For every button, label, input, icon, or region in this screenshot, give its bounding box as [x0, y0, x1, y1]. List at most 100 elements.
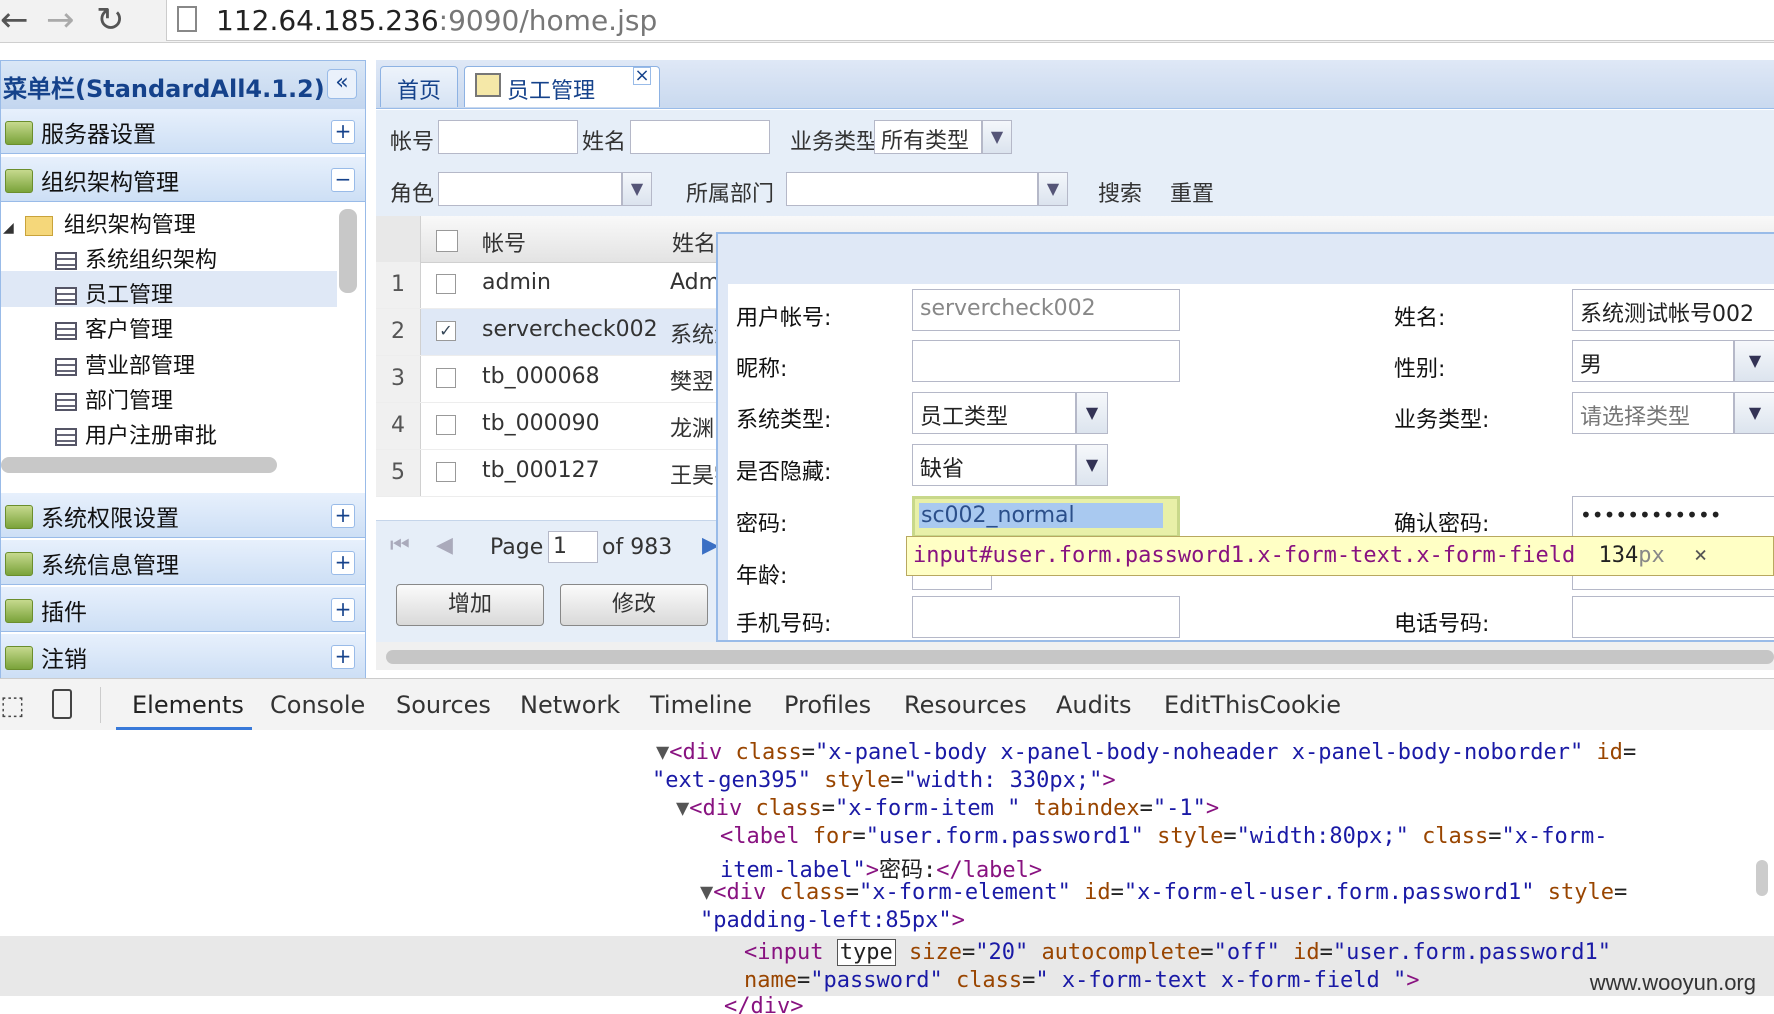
tree-item-employees[interactable]: 员工管理: [55, 277, 173, 309]
reset-button[interactable]: 重置: [1170, 176, 1214, 208]
chevron-down-icon[interactable]: ▼: [1038, 172, 1068, 206]
table-row[interactable]: 4 tb_000090 龙渊: [376, 403, 736, 450]
tree-item-label: 用户注册审批: [85, 424, 218, 449]
forward-arrow-icon[interactable]: →: [46, 2, 75, 38]
mobile-field[interactable]: [912, 596, 1180, 638]
name-field[interactable]: 系统测试帐号002: [1572, 289, 1774, 331]
dom-node-div-close[interactable]: </div>: [724, 994, 803, 1014]
add-button[interactable]: 增加: [396, 584, 544, 626]
select-all-checkbox[interactable]: [436, 230, 458, 252]
elements-vertical-scrollbar[interactable]: [1756, 860, 1768, 896]
tree-node-org-root[interactable]: ◢ 组织架构管理: [3, 207, 196, 239]
expand-plus-icon[interactable]: +: [331, 598, 355, 622]
account-filter-input[interactable]: [438, 120, 578, 154]
tooltip-close-icon[interactable]: ×: [1694, 543, 1707, 568]
dom-node-input[interactable]: <input type size="20" autocomplete="off"…: [744, 939, 1611, 966]
search-button[interactable]: 搜索: [1098, 176, 1142, 208]
account-field[interactable]: servercheck002: [912, 289, 1180, 331]
tree-item-customers[interactable]: 客户管理: [55, 312, 173, 344]
row-checkbox[interactable]: [436, 462, 456, 482]
tree-item-registration[interactable]: 用户注册审批: [55, 418, 217, 450]
chevron-down-icon[interactable]: ▼: [1076, 392, 1108, 434]
devtools-tab-editthiscookie[interactable]: EditThisCookie: [1164, 691, 1341, 719]
biz-type-filter-select[interactable]: 所有类型: [874, 120, 982, 154]
confirm-password-field[interactable]: ••••••••••••: [1572, 496, 1774, 538]
main-horizontal-scrollbar[interactable]: [376, 642, 1774, 670]
tree-item-departments[interactable]: 部门管理: [55, 383, 173, 415]
menu-section-sysinfo[interactable]: 系统信息管理 +: [1, 540, 365, 585]
dom-node-form-item[interactable]: ▼<div class="x-form-item " tabindex="-1"…: [676, 796, 1219, 821]
menu-section-permissions[interactable]: 系统权限设置 +: [1, 493, 365, 538]
row-checkbox[interactable]: [436, 274, 456, 294]
tree-vertical-scrollbar[interactable]: [339, 209, 357, 293]
expand-plus-icon[interactable]: +: [331, 504, 355, 528]
biz-type-select[interactable]: 请选择类型: [1572, 392, 1734, 434]
table-row[interactable]: 1 admin Administrator: [376, 262, 736, 309]
name-filter-input[interactable]: [630, 120, 770, 154]
close-tab-icon[interactable]: ×: [633, 67, 651, 85]
table-row[interactable]: 2 ✓ servercheck002 系统测试帐号002: [376, 309, 736, 356]
device-mode-icon[interactable]: [52, 689, 72, 719]
tree-item-branches[interactable]: 营业部管理: [55, 348, 195, 380]
phone-field[interactable]: [1572, 596, 1774, 638]
tab-home[interactable]: 首页: [380, 66, 458, 107]
devtools-tab-network[interactable]: Network: [520, 691, 620, 719]
devtools-tab-sources[interactable]: Sources: [396, 691, 491, 719]
chevron-down-icon[interactable]: ▼: [1734, 392, 1774, 434]
inspect-element-icon[interactable]: ⬚: [0, 691, 25, 721]
dom-node-input-cont[interactable]: name="password" class=" x-form-text x-fo…: [744, 968, 1420, 993]
tab-employee-management[interactable]: 员工管理 ×: [464, 66, 660, 107]
devtools-tab-resources[interactable]: Resources: [904, 691, 1027, 719]
scrollbar-thumb[interactable]: [386, 650, 1774, 664]
back-arrow-icon[interactable]: ←: [0, 2, 29, 38]
row-checkbox[interactable]: [436, 368, 456, 388]
dom-node-form-element-cont[interactable]: "padding-left:85px">: [700, 908, 965, 933]
expand-plus-icon[interactable]: +: [331, 645, 355, 669]
grid-header-name[interactable]: 姓名: [672, 226, 716, 258]
dept-filter-select[interactable]: [786, 172, 1038, 206]
page-number-input[interactable]: 1: [548, 531, 598, 563]
dom-node-label[interactable]: <label for="user.form.password1" style="…: [720, 824, 1608, 849]
devtools-tab-profiles[interactable]: Profiles: [784, 691, 871, 719]
prev-page-icon[interactable]: ◀: [436, 533, 453, 558]
menu-section-logout[interactable]: 注销 +: [1, 634, 365, 679]
attribute-edit-box[interactable]: type: [836, 939, 896, 966]
menu-section-server[interactable]: 服务器设置 +: [1, 109, 365, 154]
password-field[interactable]: sc002_normal: [912, 496, 1180, 538]
dom-node-panel-body[interactable]: ▼<div class="x-panel-body x-panel-body-n…: [656, 740, 1636, 765]
grid-header-account[interactable]: 帐号: [482, 226, 526, 258]
table-row[interactable]: 3 tb_000068 樊翌: [376, 356, 736, 403]
cell-account: tb_000068: [482, 364, 600, 389]
row-checkbox[interactable]: [436, 415, 456, 435]
role-filter-select[interactable]: [438, 172, 622, 206]
gender-select[interactable]: 男: [1572, 340, 1734, 382]
reload-icon[interactable]: ↻: [96, 2, 125, 38]
table-row[interactable]: 5 tb_000127 王昊宇: [376, 450, 736, 497]
menu-section-org[interactable]: 组织架构管理 −: [1, 157, 365, 202]
tree-expand-triangle-icon[interactable]: ◢: [3, 220, 14, 236]
collapse-double-chevron-icon[interactable]: «: [327, 69, 357, 99]
menu-section-plugins[interactable]: 插件 +: [1, 587, 365, 632]
dom-node-panel-body-cont[interactable]: "ext-gen395" style="width: 330px;">: [652, 768, 1116, 793]
devtools-tab-elements[interactable]: Elements: [132, 691, 244, 719]
tree-item-org-structure[interactable]: 系统组织架构: [55, 242, 217, 274]
tree-horizontal-scrollbar[interactable]: [1, 457, 277, 473]
sys-type-select[interactable]: 员工类型: [912, 392, 1076, 434]
chevron-down-icon[interactable]: ▼: [1734, 340, 1774, 382]
row-checkbox-checked[interactable]: ✓: [436, 321, 456, 341]
devtools-tab-console[interactable]: Console: [270, 691, 365, 719]
devtools-tab-audits[interactable]: Audits: [1056, 691, 1131, 719]
devtools-tab-timeline[interactable]: Timeline: [650, 691, 752, 719]
expand-plus-icon[interactable]: +: [331, 120, 355, 144]
expand-plus-icon[interactable]: +: [331, 551, 355, 575]
hidden-select[interactable]: 缺省: [912, 444, 1076, 486]
edit-button[interactable]: 修改: [560, 584, 708, 626]
nickname-field[interactable]: [912, 340, 1180, 382]
first-page-icon[interactable]: ⏮: [390, 533, 410, 558]
chevron-down-icon[interactable]: ▼: [982, 120, 1012, 154]
dom-node-form-element[interactable]: ▼<div class="x-form-element" id="x-form-…: [700, 880, 1627, 905]
chevron-down-icon[interactable]: ▼: [622, 172, 652, 206]
url-text[interactable]: 112.64.185.236:9090/home.jsp: [216, 4, 657, 37]
chevron-down-icon[interactable]: ▼: [1076, 444, 1108, 486]
collapse-minus-icon[interactable]: −: [331, 168, 355, 192]
